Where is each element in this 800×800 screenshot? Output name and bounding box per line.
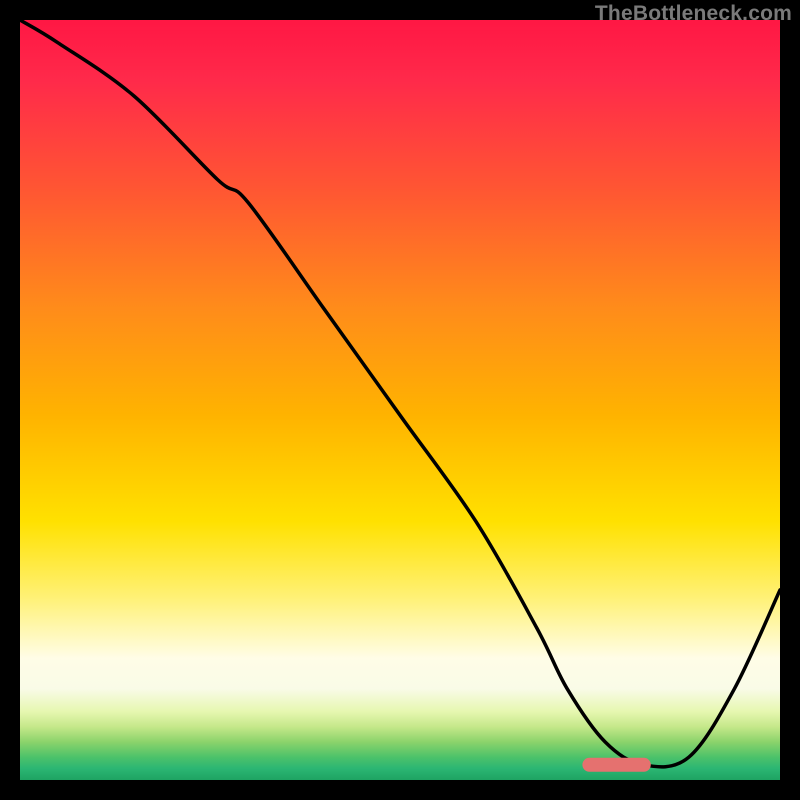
optimal-marker [582,758,650,772]
chart-frame: TheBottleneck.com [0,0,800,800]
bottleneck-curve [20,20,780,767]
chart-svg [20,20,780,780]
plot-area [20,20,780,780]
watermark-text: TheBottleneck.com [595,2,792,26]
